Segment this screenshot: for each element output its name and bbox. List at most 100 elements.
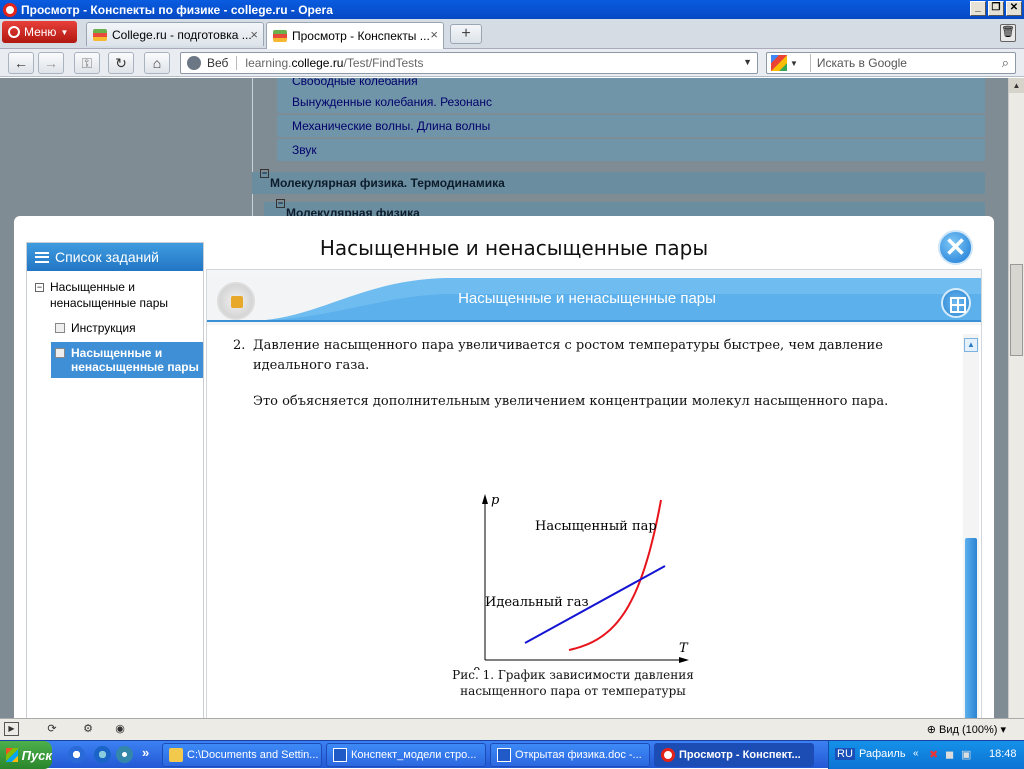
status-bar: ▶ ⟳ ⚙ ◉ ⊕ Вид (100%) ▾ <box>0 718 1024 740</box>
taskbar-button-word-1[interactable]: Конспект_модели стро... <box>326 743 486 767</box>
collapse-toggle-icon[interactable]: − <box>260 169 269 178</box>
task-tree-root[interactable]: − Насыщенные и ненасыщенные пары <box>27 271 203 311</box>
college-favicon-icon <box>93 28 107 41</box>
bg-item[interactable]: Вынужденные колебания. Резонанс <box>277 91 985 113</box>
scroll-up-icon[interactable]: ▲ <box>1009 78 1024 93</box>
back-button[interactable]: ← <box>8 52 34 74</box>
key-icon[interactable]: ⚿ <box>74 52 100 74</box>
tray-expand-icon[interactable]: « <box>913 748 919 759</box>
chevron-down-icon: ▼ <box>60 27 69 37</box>
lesson-text: 2. Давление насыщенного пара увеличивает… <box>227 336 962 412</box>
series-label-ideal: Идеальный газ <box>485 595 589 610</box>
volume-icon[interactable]: ◼ <box>945 748 954 761</box>
scroll-up-icon[interactable]: ▲ <box>964 338 978 352</box>
forward-button[interactable]: → <box>38 52 64 74</box>
user-name: Рафаиль <box>859 748 906 760</box>
bg-item[interactable]: Звук <box>277 139 985 161</box>
tab-label: Просмотр - Конспекты ... <box>292 29 430 43</box>
y-axis-arrow <box>482 494 488 504</box>
address-bar[interactable]: Веб learning.college.ru/Test/FindTests ▼ <box>180 52 758 74</box>
system-tray: RU Рафаиль « ✖ ◼ ▣ 18:48 <box>828 741 1024 769</box>
folder-icon <box>169 748 183 762</box>
bg-category[interactable]: −Молекулярная физика. Термодинамика <box>252 169 985 194</box>
content-scrollbar[interactable]: ▲ <box>963 334 979 720</box>
tab-prosmotr[interactable]: Просмотр - Конспекты ... × <box>266 22 444 49</box>
zoom-icon: ⊕ <box>926 724 939 736</box>
new-tab-button[interactable]: + <box>450 24 482 44</box>
figure-caption: Рис. 1. График зависимости давления насы… <box>452 668 694 698</box>
media-player-icon[interactable] <box>68 746 85 763</box>
task-item-instruction[interactable]: Инструкция <box>51 317 203 339</box>
minimize-button[interactable]: _ <box>970 1 986 16</box>
panel-toggle-icon[interactable]: ▶ <box>4 722 19 736</box>
language-indicator[interactable]: RU <box>835 748 855 760</box>
task-item-saturated-vapors[interactable]: Насыщенные и ненасыщенные пары <box>51 342 203 378</box>
content-scrollbar-thumb[interactable] <box>965 538 977 720</box>
address-dropdown-icon[interactable]: ▼ <box>743 57 752 67</box>
desktop-icon[interactable] <box>116 746 133 763</box>
banner-title: Насыщенные и ненасыщенные пары <box>458 290 716 307</box>
home-button[interactable]: ⌂ <box>144 52 170 74</box>
tab-label: College.ru - подготовка ... <box>112 27 252 42</box>
task-item-label: Инструкция <box>71 321 136 335</box>
taskbar-button-explorer[interactable]: C:\Documents and Settin... <box>162 743 322 767</box>
chevron-down-icon[interactable]: ▼ <box>790 59 798 68</box>
globe-icon <box>187 56 201 70</box>
collapse-toggle-icon[interactable]: − <box>35 283 44 292</box>
y-axis-label: p <box>491 493 500 508</box>
windows-logo-icon <box>6 748 18 762</box>
trash-icon[interactable]: 🗑 <box>1000 24 1016 42</box>
task-item-label: Насыщенные и ненасыщенные пары <box>71 346 199 374</box>
word-icon <box>497 748 511 762</box>
page-scrollbar[interactable]: ▲ <box>1008 78 1024 718</box>
quicklaunch-more-icon[interactable]: » <box>142 745 149 760</box>
word-icon <box>333 748 347 762</box>
close-window-button[interactable]: ✕ <box>1006 1 1022 16</box>
sync-icon[interactable]: ⟳ <box>44 722 60 738</box>
bg-item[interactable]: Механические волны. Длина волны <box>277 115 985 137</box>
zoom-level[interactable]: ⊕ Вид (100%) ▾ <box>927 723 1006 736</box>
maximize-button[interactable]: ❐ <box>988 1 1004 16</box>
tab-close-icon[interactable]: × <box>250 27 258 42</box>
network-icon[interactable]: ▣ <box>961 748 971 761</box>
list-icon <box>35 251 49 263</box>
tab-college[interactable]: College.ru - подготовка ... × <box>86 22 264 46</box>
pressure-temperature-chart: p T 0 Насыщенный пар Идеальный газ <box>473 493 689 670</box>
unite-icon[interactable]: ⚙ <box>80 722 96 738</box>
start-label: Пуск <box>21 747 52 763</box>
search-field[interactable]: ▼ Искать в Google ⌕ <box>766 52 1016 74</box>
reload-button[interactable]: ↻ <box>108 52 134 74</box>
lesson-content-panel: Насыщенные и ненасыщенные пары 2. Давлен… <box>206 269 982 720</box>
series-label-saturated: Насыщенный пар <box>535 519 657 534</box>
start-button[interactable]: Пуск <box>0 741 52 769</box>
scrollbar-thumb[interactable] <box>1010 264 1023 356</box>
task-list-heading: Список заданий <box>55 249 160 265</box>
security-icon[interactable]: ✖ <box>929 748 938 761</box>
college-favicon-icon <box>273 30 287 42</box>
close-modal-button[interactable]: ✕ <box>938 230 973 265</box>
lesson-banner: Насыщенные и ненасыщенные пары <box>207 270 981 325</box>
lesson-icon <box>217 282 255 320</box>
taskbar-button-word-2[interactable]: Открытая физика.doc -... <box>490 743 650 767</box>
grid-icon[interactable] <box>941 288 971 318</box>
task-tree-root-label: Насыщенные и ненасыщенные пары <box>50 280 168 310</box>
collapse-toggle-icon[interactable]: − <box>276 199 285 208</box>
opera-menu-button[interactable]: Меню ▼ <box>2 21 77 43</box>
ie-icon[interactable] <box>94 746 111 763</box>
address-url: learning.college.ru/Test/FindTests <box>245 56 424 70</box>
google-icon <box>771 55 787 71</box>
turbo-icon[interactable]: ◉ <box>112 722 128 738</box>
taskbar-button-opera[interactable]: Просмотр - Конспект... <box>654 743 814 767</box>
menu-label: Меню <box>24 25 57 39</box>
opera-o-icon <box>8 26 20 38</box>
window-titlebar: Просмотр - Конспекты по физике - college… <box>0 0 1024 19</box>
task-list-header: Список заданий <box>27 243 203 271</box>
navigation-bar: ← → ⚿ ↻ ⌂ Веб learning.college.ru/Test/F… <box>0 49 1024 77</box>
opera-logo-icon <box>3 2 17 17</box>
paragraph-1: Давление насыщенного пара увеличивается … <box>253 338 883 373</box>
windows-taskbar: Пуск » C:\Documents and Settin... Конспе… <box>0 740 1024 769</box>
bg-item[interactable]: Свободные колебания <box>277 78 985 92</box>
tab-close-icon[interactable]: × <box>430 27 438 42</box>
search-icon[interactable]: ⌕ <box>1002 55 1009 71</box>
checkbox-icon <box>55 348 65 358</box>
